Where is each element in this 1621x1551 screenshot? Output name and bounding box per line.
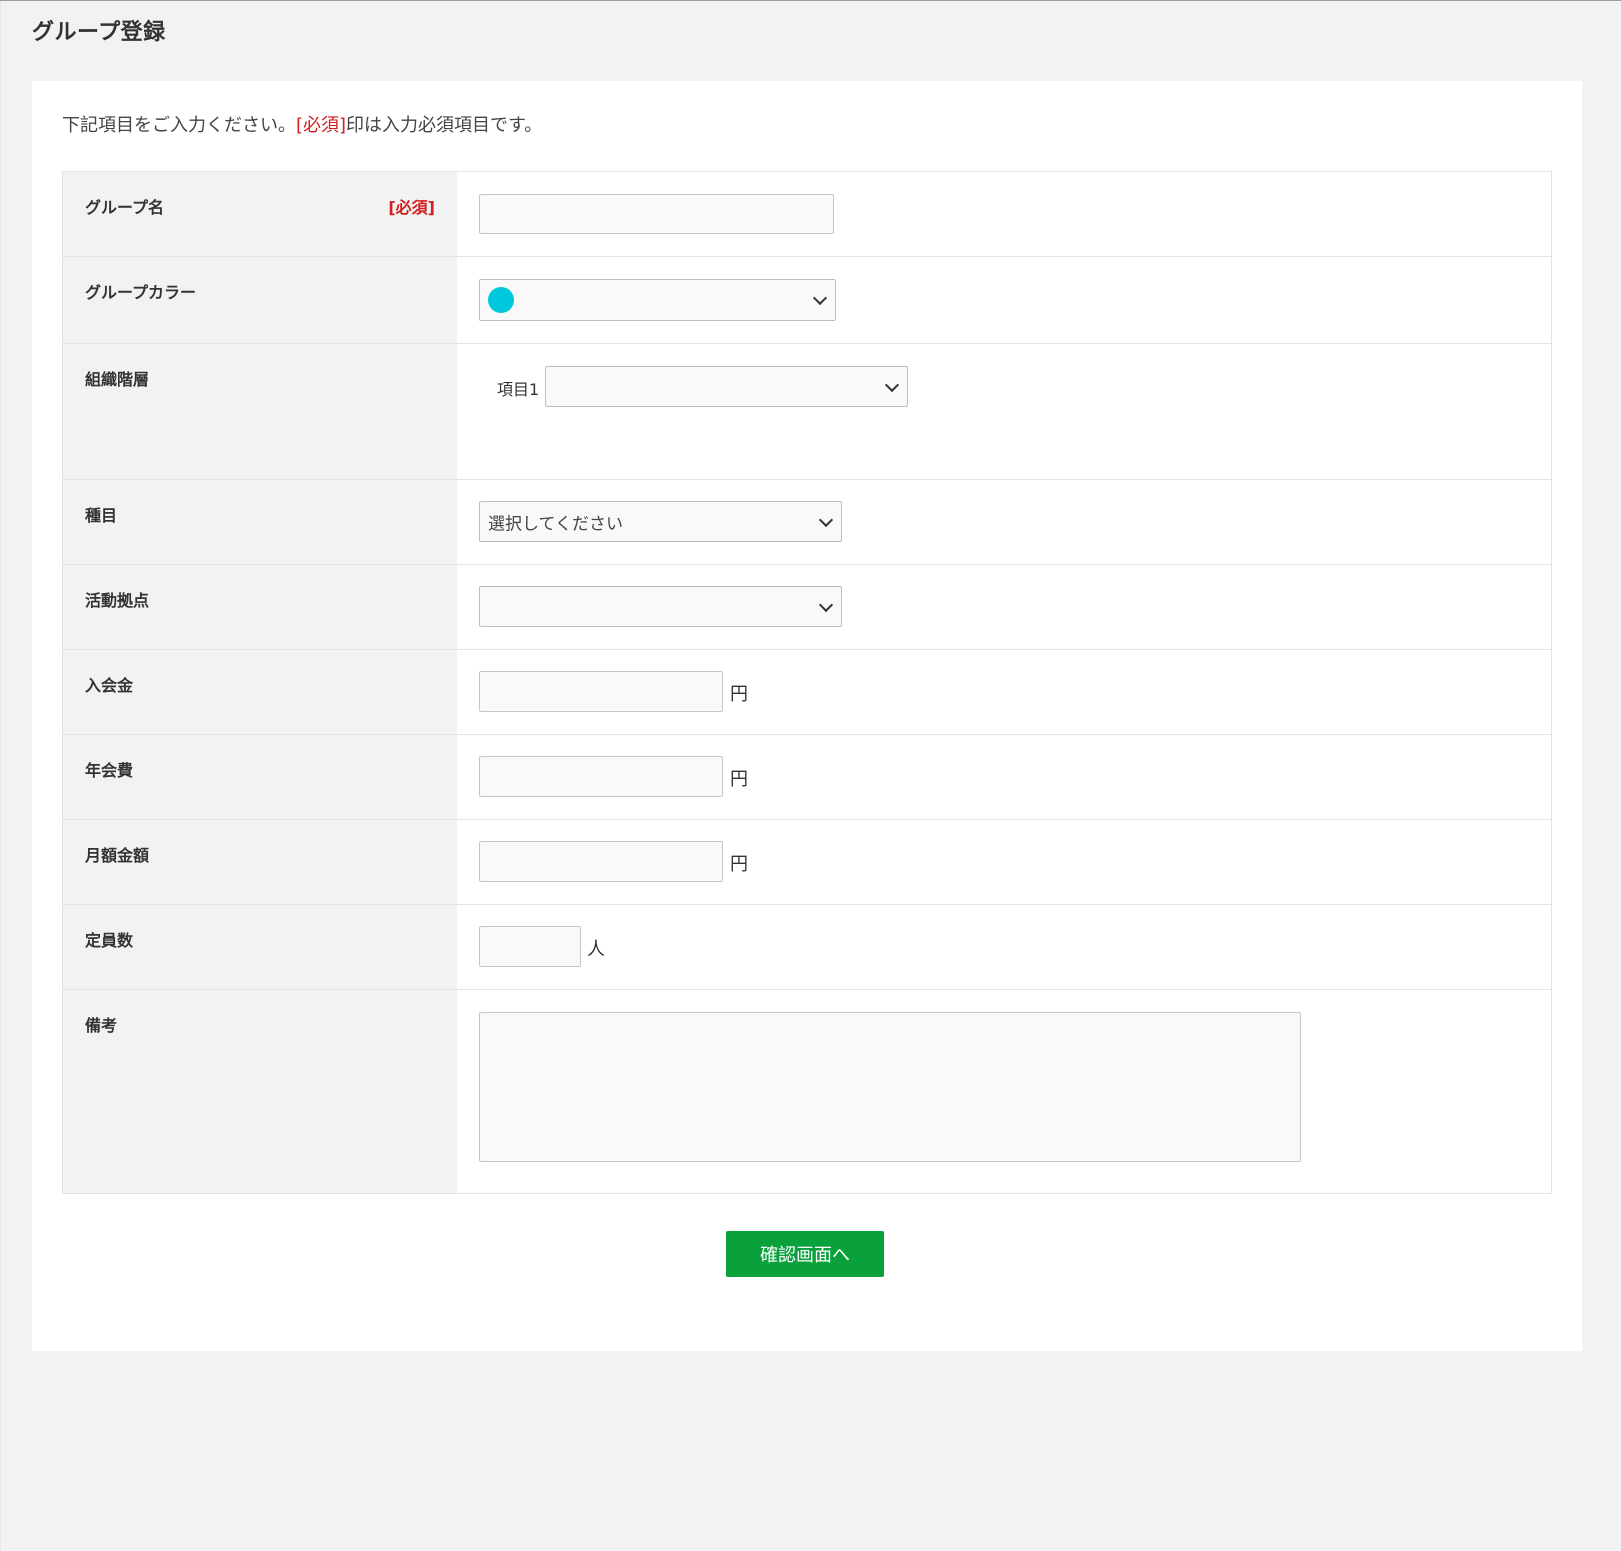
- page-title: グループ登録: [32, 20, 166, 45]
- value-cell: 円: [457, 735, 1551, 819]
- entry-fee-label: 入会金: [85, 676, 134, 695]
- intro-before: 下記項目をご入力ください。: [62, 115, 296, 136]
- base-select[interactable]: [479, 586, 842, 627]
- intro-text: 下記項目をご入力ください。[必須]印は入力必須項目です。: [62, 111, 542, 137]
- category-placeholder: 選択してください: [488, 514, 623, 534]
- notes-textarea[interactable]: [479, 1012, 1301, 1162]
- annual-fee-label: 年会費: [85, 761, 134, 780]
- label-cell: 種目: [63, 480, 457, 564]
- value-cell: [457, 990, 1551, 1193]
- form-table: グループ名 [必須] グループカラー 組織階層 項目1 種目 選択してください …: [62, 171, 1552, 1194]
- row-entry-fee: 入会金 円: [63, 650, 1551, 735]
- annual-fee-unit: 円: [730, 769, 748, 790]
- row-group-name: グループ名 [必須]: [63, 172, 1551, 257]
- label-cell: 備考: [63, 990, 457, 1193]
- row-base: 活動拠点: [63, 565, 1551, 650]
- monthly-fee-input[interactable]: [479, 841, 723, 882]
- value-cell: 円: [457, 650, 1551, 734]
- row-annual-fee: 年会費 円: [63, 735, 1551, 820]
- row-organization: 組織階層 項目1: [63, 344, 1551, 480]
- group-color-select[interactable]: [479, 279, 836, 321]
- organization-select[interactable]: [545, 366, 908, 407]
- label-cell: 定員数: [63, 905, 457, 989]
- form-panel: 下記項目をご入力ください。[必須]印は入力必須項目です。 グループ名 [必須] …: [32, 81, 1582, 1351]
- chevron-down-icon: [818, 512, 834, 527]
- row-category: 種目 選択してください: [63, 480, 1551, 565]
- intro-required-mark: [必須]: [296, 115, 347, 136]
- group-color-label: グループカラー: [85, 283, 197, 302]
- label-cell: 入会金: [63, 650, 457, 734]
- value-cell: [457, 172, 1551, 256]
- value-cell: 選択してください: [457, 480, 1551, 564]
- label-cell: グループ名 [必須]: [63, 172, 457, 256]
- annual-fee-input[interactable]: [479, 756, 723, 797]
- row-group-color: グループカラー: [63, 257, 1551, 344]
- value-cell: 円: [457, 820, 1551, 904]
- capacity-label: 定員数: [85, 931, 134, 950]
- chevron-down-icon: [812, 290, 828, 306]
- row-notes: 備考: [63, 990, 1551, 1193]
- category-label: 種目: [85, 506, 118, 525]
- entry-fee-input[interactable]: [479, 671, 723, 712]
- organization-item-label: 項目1: [497, 380, 540, 399]
- value-cell: [457, 565, 1551, 649]
- label-cell: 活動拠点: [63, 565, 457, 649]
- label-cell: グループカラー: [63, 257, 457, 343]
- monthly-fee-label: 月額金額: [85, 846, 150, 865]
- confirm-button[interactable]: 確認画面へ: [726, 1231, 884, 1277]
- value-cell: 項目1: [457, 344, 1551, 479]
- row-capacity: 定員数 人: [63, 905, 1551, 990]
- notes-label: 備考: [85, 1016, 118, 1035]
- entry-fee-unit: 円: [730, 684, 748, 705]
- value-cell: 人: [457, 905, 1551, 989]
- group-name-input[interactable]: [479, 194, 834, 234]
- capacity-unit: 人: [587, 939, 605, 960]
- value-cell: [457, 257, 1551, 343]
- group-name-label: グループ名: [85, 198, 165, 217]
- capacity-input[interactable]: [479, 926, 581, 967]
- left-border: [0, 1, 1, 1551]
- color-swatch: [488, 287, 514, 313]
- top-border: [0, 0, 1621, 1]
- chevron-down-icon: [818, 597, 834, 612]
- base-label: 活動拠点: [85, 591, 150, 610]
- label-cell: 年会費: [63, 735, 457, 819]
- monthly-fee-unit: 円: [730, 854, 748, 875]
- row-monthly-fee: 月額金額 円: [63, 820, 1551, 905]
- required-badge: [必須]: [388, 198, 435, 217]
- chevron-down-icon: [884, 377, 900, 392]
- intro-after: 印は入力必須項目です。: [346, 115, 543, 136]
- organization-label: 組織階層: [85, 370, 150, 389]
- label-cell: 月額金額: [63, 820, 457, 904]
- category-select[interactable]: 選択してください: [479, 501, 842, 542]
- label-cell: 組織階層: [63, 344, 457, 479]
